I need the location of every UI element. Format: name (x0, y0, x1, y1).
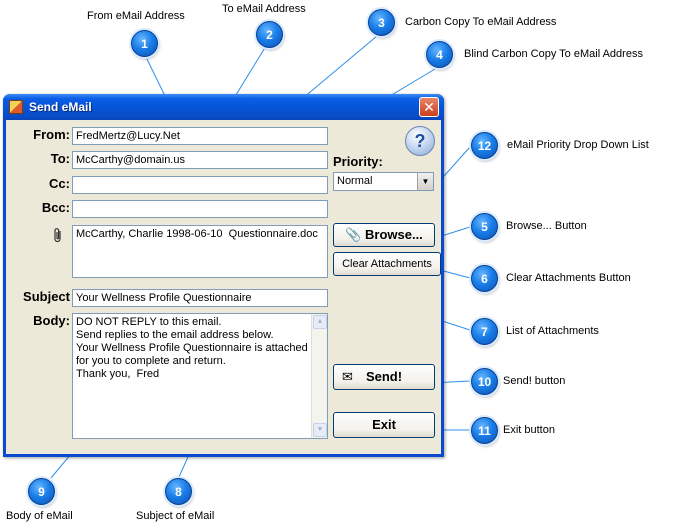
body-line: Thank you, Fred (76, 368, 160, 380)
callout-label-11: Exit button (503, 424, 555, 436)
priority-selected-value: Normal (337, 175, 373, 187)
to-label: To: (50, 151, 70, 166)
subject-field[interactable]: Your Wellness Profile Questionnaire (72, 289, 328, 307)
browse-button-label: Browse... (365, 227, 423, 242)
callout-badge-5: 5 (471, 213, 498, 240)
callout-label-8: Subject of eMail (136, 510, 215, 522)
window-titlebar[interactable]: Send eMail ✕ (3, 94, 444, 120)
send-button[interactable]: ✉ Send! (333, 364, 435, 390)
callout-label-2: To eMail Address (222, 3, 306, 15)
callout-label-6: Clear Attachments Button (506, 272, 631, 284)
callout-badge-9: 9 (28, 478, 55, 505)
callout-badge-4: 4 (426, 41, 453, 68)
callout-label-1: From eMail Address (87, 10, 185, 22)
body-line: DO NOT REPLY to this email. (76, 316, 222, 328)
scroll-down-icon[interactable]: ▼ (313, 423, 327, 437)
mail-send-icon: ✉ (342, 369, 353, 384)
paperclip-icon (52, 227, 64, 243)
priority-dropdown[interactable]: Normal ▼ (333, 172, 434, 191)
body-line: Send replies to the email address below. (76, 329, 274, 341)
subject-label: Subject (23, 289, 70, 304)
callout-badge-1: 1 (131, 30, 158, 57)
exit-button[interactable]: Exit (333, 412, 435, 438)
body-line: Your Wellness Profile Questionnaire is a… (76, 342, 308, 354)
callout-badge-12: 12 (471, 132, 498, 159)
callout-label-5: Browse... Button (506, 220, 587, 232)
body-label: Body: (33, 313, 70, 328)
callout-badge-6: 6 (471, 265, 498, 292)
send-button-label: Send! (365, 369, 403, 384)
browse-button[interactable]: 📎 Browse... (333, 223, 435, 247)
cc-field[interactable] (72, 176, 328, 194)
from-label: From: (33, 127, 70, 142)
chevron-down-icon[interactable]: ▼ (417, 173, 433, 190)
callout-label-7: List of Attachments (506, 325, 599, 337)
from-field[interactable]: FredMertz@Lucy.Net (72, 127, 328, 145)
paperclip-icon: 📎 (345, 227, 362, 242)
callout-label-3: Carbon Copy To eMail Address (405, 16, 557, 28)
callout-label-12: eMail Priority Drop Down List (507, 139, 649, 151)
dialog-client-area: From: FredMertz@Lucy.Net To: McCarthy@do… (6, 120, 441, 454)
attachment-item[interactable]: McCarthy, Charlie 1998-06-10 Questionnai… (76, 228, 324, 241)
app-icon (9, 100, 23, 114)
clear-attachments-button[interactable]: Clear Attachments (333, 252, 441, 276)
callout-badge-7: 7 (471, 318, 498, 345)
body-scrollbar[interactable]: ▲ ▼ (311, 314, 327, 438)
callout-badge-8: 8 (165, 478, 192, 505)
priority-label: Priority: (333, 154, 383, 169)
body-line: for you to complete and return. (76, 355, 226, 367)
close-icon: ✕ (423, 99, 435, 115)
bcc-label: Bcc: (41, 200, 70, 215)
send-email-window: Send eMail ✕ From: FredMertz@Lucy.Net To… (3, 94, 444, 457)
cc-label: Cc: (49, 176, 70, 191)
to-field[interactable]: McCarthy@domain.us (72, 151, 328, 169)
callout-label-4: Blind Carbon Copy To eMail Address (464, 48, 643, 60)
attachments-list[interactable]: McCarthy, Charlie 1998-06-10 Questionnai… (72, 225, 328, 278)
callout-badge-2: 2 (256, 21, 283, 48)
callout-badge-11: 11 (471, 417, 498, 444)
close-button[interactable]: ✕ (419, 97, 439, 117)
help-icon[interactable]: ? (405, 126, 435, 156)
callout-label-9: Body of eMail (6, 510, 73, 522)
body-textarea[interactable]: DO NOT REPLY to this email. Send replies… (72, 313, 328, 439)
window-title: Send eMail (29, 100, 92, 114)
callout-badge-3: 3 (368, 9, 395, 36)
bcc-field[interactable] (72, 200, 328, 218)
callout-badge-10: 10 (471, 368, 498, 395)
callout-label-10: Send! button (503, 375, 566, 387)
scroll-up-icon[interactable]: ▲ (313, 315, 327, 329)
